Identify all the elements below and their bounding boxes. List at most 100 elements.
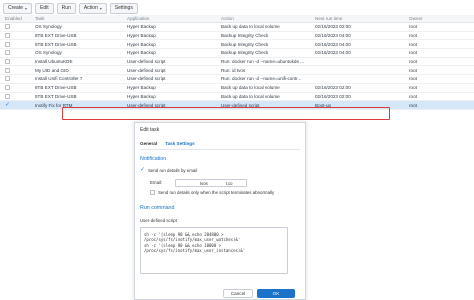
email-field[interactable]: tvos t.co (175, 179, 247, 187)
email-user: tvos (200, 180, 208, 186)
action-cell: Back up data to local volume (221, 93, 280, 99)
table-row[interactable]: Install Unifi Controller 7 User-defined s… (0, 75, 474, 84)
edit-label: Edit (40, 5, 49, 11)
col-next-run-time[interactable]: Next run time (312, 16, 406, 21)
action-cell: User-defined script (221, 102, 260, 108)
table-row[interactable]: 8TB EXT Drive-USB Hyper Backup Back up dat… (0, 84, 474, 93)
enabled-checkbox[interactable] (5, 67, 10, 73)
task-cell: My UID and GID (35, 67, 69, 73)
owner-cell: root (409, 93, 417, 99)
owner-cell: root (409, 102, 417, 108)
table-row[interactable]: OS Synology Hyper Backup Back up data to l… (0, 23, 474, 32)
application-cell: Hyper Backup (127, 85, 156, 91)
settings-button[interactable]: Settings (109, 3, 138, 14)
table-row[interactable]: 5TB EXT Drive-USB Hyper Backup Backup Inte… (0, 40, 474, 50)
abnormal-only-option[interactable]: Send run details only when the script te… (150, 190, 274, 195)
enabled-checkbox[interactable] (5, 24, 10, 30)
task-cell: 8TB EXT Drive-USB (35, 33, 77, 39)
abnormal-only-label: Send run details only when the script te… (158, 190, 275, 195)
enabled-checkbox[interactable] (5, 59, 10, 65)
checkmark-icon[interactable]: ✓ (140, 167, 145, 173)
next-run-cell: 02/16/2023 02:00 (315, 93, 351, 99)
action-cell: Run: docker run -d --name=ubuntukde ... (221, 59, 305, 65)
action-cell: Back up data to local volume (221, 85, 280, 91)
task-cell: 5TB EXT Drive-USB (35, 41, 77, 47)
action-cell: Run: docker run -d --name=unifi-contr... (221, 76, 302, 82)
enabled-checkbox[interactable] (5, 85, 10, 91)
enabled-checkbox[interactable] (5, 93, 10, 99)
task-cell: OS Synology (35, 24, 62, 30)
task-cell: Install Unifi Controller 7 (35, 76, 83, 82)
application-cell: User-defined script (127, 67, 166, 73)
enabled-cell[interactable] (0, 85, 32, 91)
col-enabled[interactable]: Enabled (0, 16, 32, 21)
edit-button[interactable]: Edit (35, 3, 54, 14)
enabled-cell[interactable]: ✓ (0, 102, 32, 108)
send-email-option[interactable]: ✓ Send run details by email (140, 167, 198, 173)
enabled-cell[interactable] (0, 50, 32, 56)
col-application[interactable]: Application (124, 16, 218, 21)
run-label: Run (61, 5, 71, 11)
chevron-down-icon: ▾ (25, 6, 28, 11)
enabled-checkbox[interactable] (5, 50, 10, 56)
create-button[interactable]: Create ▾ (3, 3, 33, 14)
enabled-cell[interactable] (0, 41, 32, 47)
next-run-cell: Boot-up (315, 102, 332, 108)
edit-task-dialog: Edit task General Task Settings Notifica… (134, 122, 306, 300)
owner-cell: root (409, 67, 417, 73)
enabled-cell[interactable] (0, 67, 32, 73)
cancel-button[interactable]: Cancel (223, 289, 253, 298)
action-cell: Backup Integrity Check (221, 33, 269, 39)
run-button[interactable]: Run (56, 3, 76, 14)
chevron-down-icon: ▾ (99, 6, 102, 11)
owner-cell: root (409, 24, 417, 30)
application-cell: User-defined script (127, 102, 166, 108)
col-owner[interactable]: Owner (406, 16, 474, 21)
enabled-cell[interactable] (0, 93, 32, 99)
enabled-cell[interactable] (0, 24, 32, 30)
owner-cell: root (409, 41, 417, 47)
table-row[interactable]: My UID and GID User-defined script Run: id… (0, 66, 474, 76)
table-row[interactable]: 5TB EXT Drive-USB Hyper Backup Back up dat… (0, 93, 474, 102)
task-cell: Inotify Fix for RTM (35, 102, 73, 108)
table-row[interactable]: OS Synology Hyper Backup Backup Integrity … (0, 49, 474, 58)
next-run-cell: 02/16/2023 02:00 (315, 24, 351, 30)
enabled-checkbox[interactable] (5, 33, 10, 39)
enabled-checkbox[interactable] (5, 41, 10, 47)
application-cell: Hyper Backup (127, 33, 156, 39)
tab-general[interactable]: General (140, 141, 157, 146)
owner-cell: root (409, 76, 417, 82)
next-run-cell: 02/16/2023 04:00 (315, 33, 351, 39)
enabled-cell[interactable] (0, 76, 32, 82)
task-cell: Install UbuntuKDE (35, 59, 73, 65)
action-cell: Backup Integrity Check (221, 41, 269, 47)
tab-task-settings[interactable]: Task Settings (165, 141, 195, 146)
owner-cell: root (409, 85, 417, 91)
enabled-cell[interactable] (0, 33, 32, 39)
application-cell: Hyper Backup (127, 24, 156, 30)
table-row[interactable]: Install UbuntuKDE User-defined script Run:… (0, 58, 474, 67)
enabled-cell[interactable] (0, 59, 32, 65)
action-button[interactable]: Action ▾ (78, 3, 107, 14)
task-cell: 5TB EXT Drive-USB (35, 93, 77, 99)
col-action[interactable]: Action (218, 16, 312, 21)
owner-cell: root (409, 59, 417, 65)
col-task[interactable]: Task (32, 16, 124, 21)
action-cell: Run: id tvos (221, 67, 246, 73)
send-email-label: Send run details by email (148, 168, 198, 173)
abnormal-only-checkbox[interactable] (150, 190, 155, 195)
table-row[interactable]: 8TB EXT Drive-USB Hyper Backup Backup Inte… (0, 32, 474, 41)
action-label: Action (83, 5, 98, 11)
dialog-title: Edit task (140, 127, 160, 133)
table-row[interactable]: ✓ Inotify Fix for RTM User-defined script U… (0, 101, 474, 110)
ok-button[interactable]: OK (257, 289, 295, 298)
checkmark-icon[interactable]: ✓ (5, 102, 10, 108)
enabled-checkbox[interactable] (5, 76, 10, 82)
notification-heading: Notification (140, 156, 167, 162)
application-cell: User-defined script (127, 59, 166, 65)
application-cell: Hyper Backup (127, 93, 156, 99)
script-textarea[interactable]: sh -c '(sleep 90 && echo 204800 > /proc/… (140, 227, 288, 274)
email-domain: t.co (225, 180, 233, 186)
settings-label: Settings (114, 5, 133, 11)
next-run-cell: 02/16/2023 04:00 (315, 41, 351, 47)
